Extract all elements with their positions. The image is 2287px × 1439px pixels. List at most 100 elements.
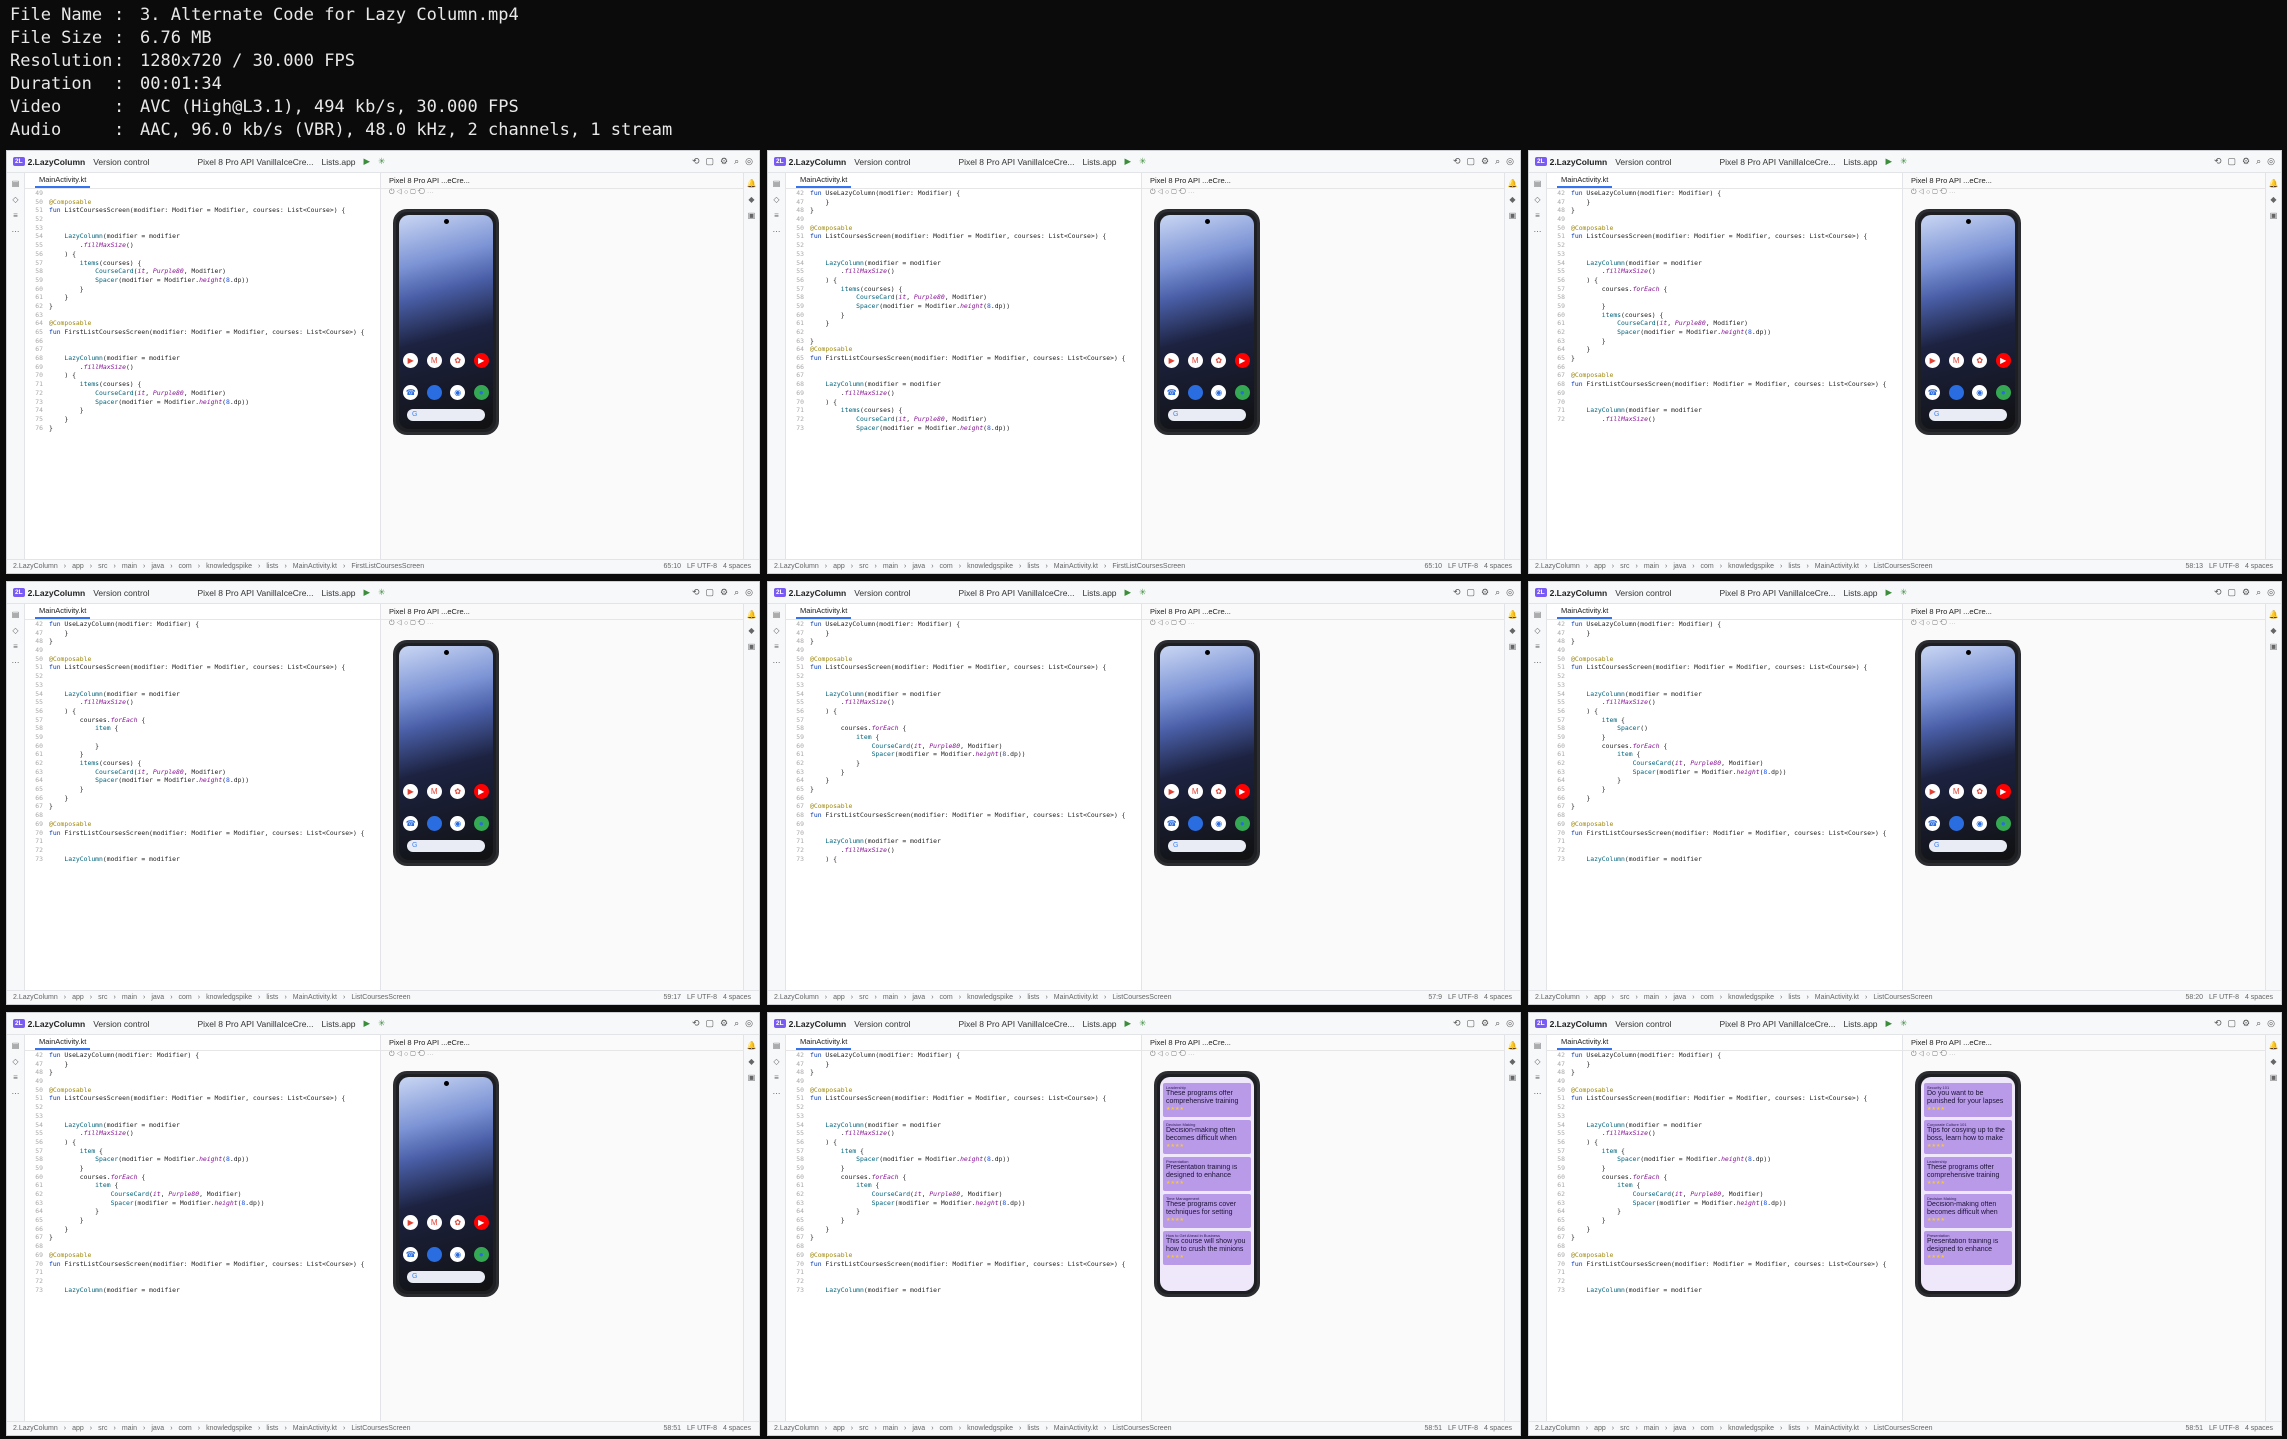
code-line[interactable]: 67 @Composable [1547,371,1902,380]
breadcrumb-item[interactable]: MainActivity.kt [1054,563,1098,570]
dock-app-icon[interactable]: ● [473,816,489,831]
code-line[interactable]: 48} [786,637,1141,646]
code-line[interactable]: 74 } [25,406,380,415]
code-line[interactable]: 56 ) { [1547,707,1902,716]
code-line[interactable]: 47 } [1547,1060,1902,1069]
gradle-icon[interactable]: ◆ [1509,195,1515,204]
run-config-selector[interactable]: Lists.app [1083,1019,1117,1029]
code-line[interactable]: 42 fun UseLazyColumn(modifier: Modifier) … [1547,1051,1902,1060]
device-manager-icon[interactable]: ▢ [1467,1018,1476,1029]
app-icon-photos[interactable]: ✿ [1211,353,1227,368]
code-line[interactable]: 51 fun ListCoursesScreen(modifier: Modifi… [25,1094,380,1103]
code-line[interactable]: 71 LazyColumn(modifier = modifier [786,837,1141,846]
code-line[interactable]: 67} [1547,1233,1902,1242]
version-control-menu[interactable]: Version control [93,157,149,167]
code-line[interactable]: 64 @Composable [25,319,380,328]
code-line[interactable]: 65} [1547,354,1902,363]
device-mirror-icon[interactable]: ▣ [2270,642,2278,651]
more-tools-icon[interactable]: ⋯ [12,227,20,236]
file-encoding[interactable]: LF UTF-8 [2209,1425,2239,1432]
code-line[interactable]: 55 .fillMaxSize() [1547,1129,1902,1138]
project-selector[interactable]: 2L 2.LazyColumn [13,588,85,598]
breadcrumb-item[interactable]: MainActivity.kt [1054,994,1098,1001]
breadcrumb-item[interactable]: ListCoursesScreen [351,1425,410,1432]
breadcrumb-item[interactable]: src [859,1425,868,1432]
run-config-selector[interactable]: Lists.app [1083,588,1117,598]
code-line[interactable]: 52 [25,1103,380,1112]
code-line[interactable]: 75 } [25,415,380,424]
code-line[interactable]: 52 [25,215,380,224]
account-icon[interactable]: ◎ [745,1018,753,1029]
cursor-position[interactable]: 58:20 [2185,994,2203,1001]
run-icon[interactable]: ▶ [1886,587,1893,598]
code-line[interactable]: 72 [1547,1277,1902,1286]
breadcrumb-item[interactable]: java [1673,1425,1686,1432]
device-manager-icon[interactable]: ▢ [706,1018,715,1029]
breadcrumb-item[interactable]: FirstListCoursesScreen [1112,563,1185,570]
debug-icon[interactable]: ✳ [1139,1018,1146,1029]
code-line[interactable]: 73 LazyColumn(modifier = modifier [25,1286,380,1295]
google-search-bar[interactable]: G [1929,409,2007,421]
breadcrumb-item[interactable]: java [151,1425,164,1432]
home-screen[interactable]: ▶ M ✿ ▶ ☎ ● ◉ ● G [399,646,493,860]
code-line[interactable]: 58 item { [25,724,380,733]
file-encoding[interactable]: LF UTF-8 [1448,994,1478,1001]
code-line[interactable]: 48} [786,206,1141,215]
code-line[interactable]: 66 } [25,794,380,803]
code-line[interactable]: 49 [1547,215,1902,224]
code-line[interactable]: 51 fun ListCoursesScreen(modifier: Modifi… [1547,1094,1902,1103]
code-line[interactable]: 42 fun UseLazyColumn(modifier: Modifier) … [1547,189,1902,198]
code-line[interactable]: 56 ) { [1547,1138,1902,1147]
code-line[interactable]: 53 [786,681,1141,690]
indent-setting[interactable]: 4 spaces [2245,1425,2281,1432]
home-screen[interactable]: ▶ M ✿ ▶ ☎ ● ◉ ● G [1160,215,1254,429]
breadcrumb-item[interactable]: java [151,563,164,570]
project-tool-icon[interactable]: ▤ [773,1041,781,1050]
code-line[interactable]: 50 @Composable [786,224,1141,233]
code-line[interactable]: 71 [786,1268,1141,1277]
cursor-position[interactable]: 59:17 [663,994,681,1001]
code-line[interactable]: 48} [25,637,380,646]
code-line[interactable]: 61 } [25,750,380,759]
commit-tool-icon[interactable]: ◇ [1534,626,1540,635]
breadcrumb-item[interactable]: knowledgspike [206,1425,252,1432]
indent-setting[interactable]: 4 spaces [1484,994,1520,1001]
code-line[interactable]: 71 [1547,837,1902,846]
gradle-icon[interactable]: ◆ [748,1057,754,1066]
code-line[interactable]: 47 } [25,629,380,638]
breadcrumb-item[interactable]: src [98,1425,107,1432]
code-line[interactable]: 49 [25,646,380,655]
project-selector[interactable]: 2L 2.LazyColumn [774,588,846,598]
breadcrumb-item[interactable]: 2.LazyColumn [13,994,58,1001]
gradle-icon[interactable]: ◆ [748,626,754,635]
code-line[interactable]: 72 [786,1277,1141,1286]
code-line[interactable]: 56 ) { [786,276,1141,285]
course-card[interactable]: How to Get Ahead in Business This course … [1163,1231,1251,1265]
code-line[interactable]: 71 [25,1268,380,1277]
editor-tab-mainactivity[interactable]: MainActivity.kt [35,604,91,619]
dock-app-icon[interactable]: ☎ [1925,385,1941,400]
breadcrumb-item[interactable]: src [1620,1425,1629,1432]
notifications-icon[interactable]: 🔔 [1508,610,1518,619]
run-config-selector[interactable]: Lists.app [1844,588,1878,598]
home-screen[interactable]: ▶ M ✿ ▶ ☎ ● ◉ ● G [399,215,493,429]
version-control-menu[interactable]: Version control [1615,157,1671,167]
breadcrumb-item[interactable]: ListCoursesScreen [1112,994,1171,1001]
code-line[interactable]: 54 LazyColumn(modifier = modifier [25,690,380,699]
breadcrumb-item[interactable]: com [179,1425,192,1432]
cursor-position[interactable]: 57:9 [1428,994,1442,1001]
code-line[interactable]: 50 @Composable [1547,1086,1902,1095]
project-tool-icon[interactable]: ▤ [1534,179,1542,188]
code-line[interactable]: 59 } [1547,733,1902,742]
code-line[interactable]: 65 } [25,1216,380,1225]
code-line[interactable]: 62 Spacer(modifier = Modifier.height(8.d… [1547,328,1902,337]
code-line[interactable]: 64 } [25,1207,380,1216]
code-line[interactable]: 63 Spacer(modifier = Modifier.height(8.d… [1547,768,1902,777]
emulator-phone[interactable]: ▶ M ✿ ▶ ☎ ● ◉ ● G [393,640,499,866]
file-encoding[interactable]: LF UTF-8 [687,994,717,1001]
more-tools-icon[interactable]: ⋯ [1534,227,1542,236]
breadcrumb-item[interactable]: MainActivity.kt [1815,563,1859,570]
app-icon-youtube[interactable]: ▶ [1234,784,1250,799]
code-line[interactable]: 47 } [1547,629,1902,638]
code-line[interactable]: 73 Spacer(modifier = Modifier.height(8.d… [786,424,1141,433]
